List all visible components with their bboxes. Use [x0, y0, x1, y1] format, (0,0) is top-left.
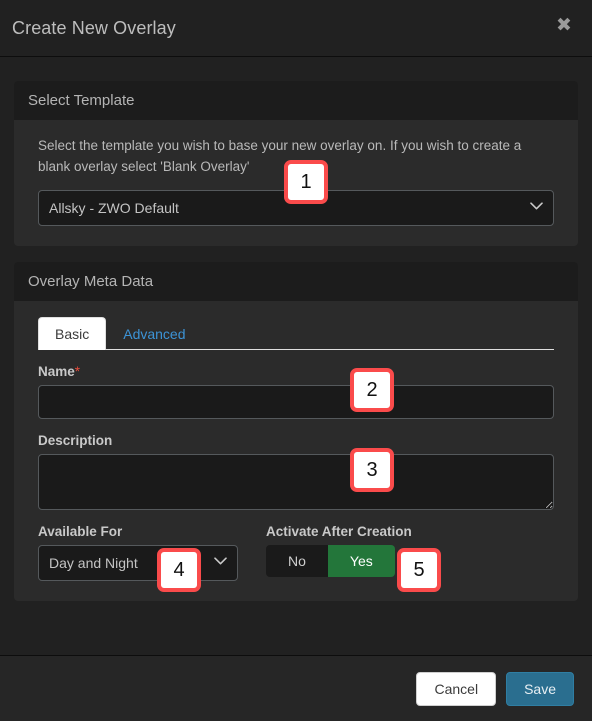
annotation-badge-2: 2 — [350, 368, 394, 412]
overlay-meta-data-card-body: Basic Advanced Name* Description Availab… — [14, 301, 578, 601]
available-for-select-wrapper: Day and Night — [38, 544, 238, 581]
activate-after-creation-label: Activate After Creation — [266, 523, 412, 539]
description-field-group: Description — [38, 433, 554, 510]
activate-toggle-group: No Yes — [266, 544, 395, 577]
activate-yes-button[interactable]: Yes — [327, 544, 395, 577]
overlay-meta-data-card: Overlay Meta Data Basic Advanced Name* D… — [14, 261, 578, 601]
annotation-badge-4: 4 — [157, 548, 201, 592]
description-label: Description — [38, 432, 113, 448]
close-icon[interactable]: ✖ — [552, 13, 576, 37]
name-field-group: Name* — [38, 364, 554, 419]
description-textarea[interactable] — [38, 453, 554, 510]
dialog-footer: Cancel Save — [0, 655, 592, 721]
name-label-text: Name — [38, 363, 75, 379]
activate-no-button[interactable]: No — [266, 544, 328, 577]
tab-basic[interactable]: Basic — [38, 316, 107, 350]
dialog-body: Select Template Select the template you … — [0, 57, 592, 655]
required-marker: * — [74, 363, 81, 379]
annotation-badge-3: 3 — [350, 448, 394, 492]
dialog-header: Create New Overlay ✖ — [0, 0, 592, 57]
available-for-group: Available For Day and Night — [38, 524, 238, 581]
create-new-overlay-dialog: Create New Overlay ✖ Select Template Sel… — [0, 0, 592, 721]
annotation-badge-5: 5 — [397, 548, 441, 592]
options-row: Available For Day and Night Activate Aft… — [38, 524, 554, 581]
save-button[interactable]: Save — [506, 671, 574, 706]
cancel-button[interactable]: Cancel — [416, 671, 497, 706]
annotation-badge-1: 1 — [284, 160, 328, 204]
select-template-card-header: Select Template — [14, 81, 578, 120]
tab-advanced[interactable]: Advanced — [106, 317, 202, 350]
name-input[interactable] — [38, 384, 554, 419]
meta-data-tabs: Basic Advanced — [38, 316, 554, 350]
available-for-select[interactable]: Day and Night — [38, 544, 238, 581]
dialog-title: Create New Overlay — [12, 17, 176, 38]
overlay-meta-data-card-header: Overlay Meta Data — [14, 261, 578, 301]
name-label: Name* — [38, 364, 554, 379]
available-for-label: Available For — [38, 523, 123, 539]
